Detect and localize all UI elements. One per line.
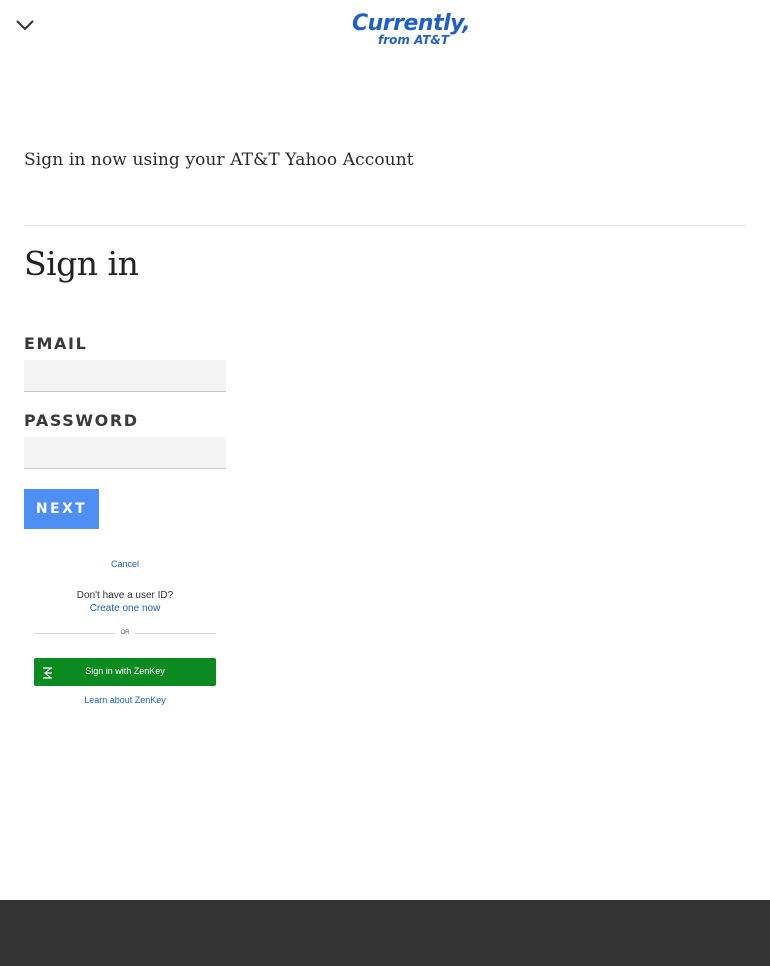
- logo-subtitle: from AT&T: [378, 33, 450, 47]
- yahoo-signin-embed: Cancel Don't have a user ID? Create one …: [24, 550, 226, 720]
- footer: [0, 900, 770, 966]
- currently-logo[interactable]: Currently, from AT&T: [351, 8, 471, 50]
- learn-zenkey-link[interactable]: Learn about ZenKey: [24, 695, 226, 705]
- cancel-link[interactable]: Cancel: [24, 559, 226, 569]
- page-subtitle: Sign in now using your AT&T Yahoo Accoun…: [24, 150, 414, 170]
- next-button[interactable]: Next: [24, 489, 99, 529]
- no-user-id-text: Don't have a user ID?: [76, 590, 174, 601]
- page-title: Sign in: [24, 244, 139, 283]
- divider: [24, 225, 746, 226]
- email-field[interactable]: [24, 360, 226, 392]
- email-label: Email: [24, 334, 88, 353]
- zenkey-signin-button[interactable]: Sign in with ZenKey: [34, 658, 216, 686]
- or-text: OR: [115, 628, 135, 638]
- create-account-link[interactable]: Create one now: [24, 603, 226, 614]
- top-bar: Currently, from AT&T: [0, 0, 770, 56]
- chevron-down-icon[interactable]: [14, 14, 36, 36]
- password-field[interactable]: [24, 437, 226, 469]
- zenkey-label: Sign in with ZenKey: [85, 666, 165, 676]
- password-label: Password: [24, 411, 139, 430]
